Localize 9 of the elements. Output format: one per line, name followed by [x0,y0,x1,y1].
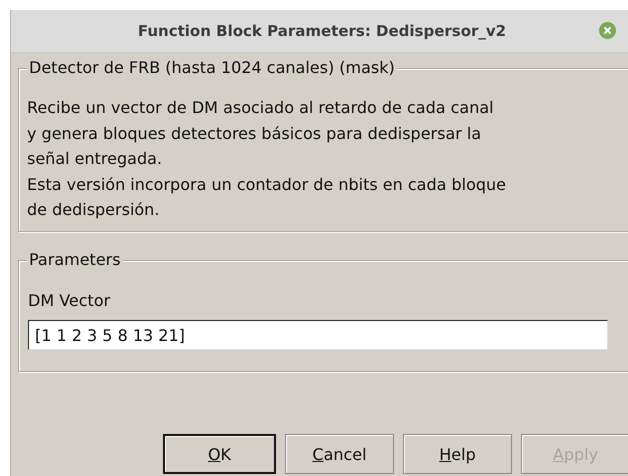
close-icon[interactable] [599,22,616,39]
description-text: Recibe un vector de DM asociado al retardo de cada canal y genera bloques detectores básicos para dedispersar la señal entregada. Esta versión incorpora un contador de nbits en cada bloque de dedispersión. [27,97,508,221]
dialog-button[interactable]: Cancel [285,434,394,474]
window-title: Function Block Parameters: Dedispersor_v2 [138,22,506,40]
input-field[interactable]: [1 1 2 3 5 8 13 21] [28,320,608,350]
dialog-button[interactable]: Help [403,434,512,474]
group-title: Detector de FRB (hasta 1024 canales) (mask) [27,58,397,78]
dialog-button[interactable]: OK [163,434,276,474]
field-label: DM Vector [28,291,110,310]
